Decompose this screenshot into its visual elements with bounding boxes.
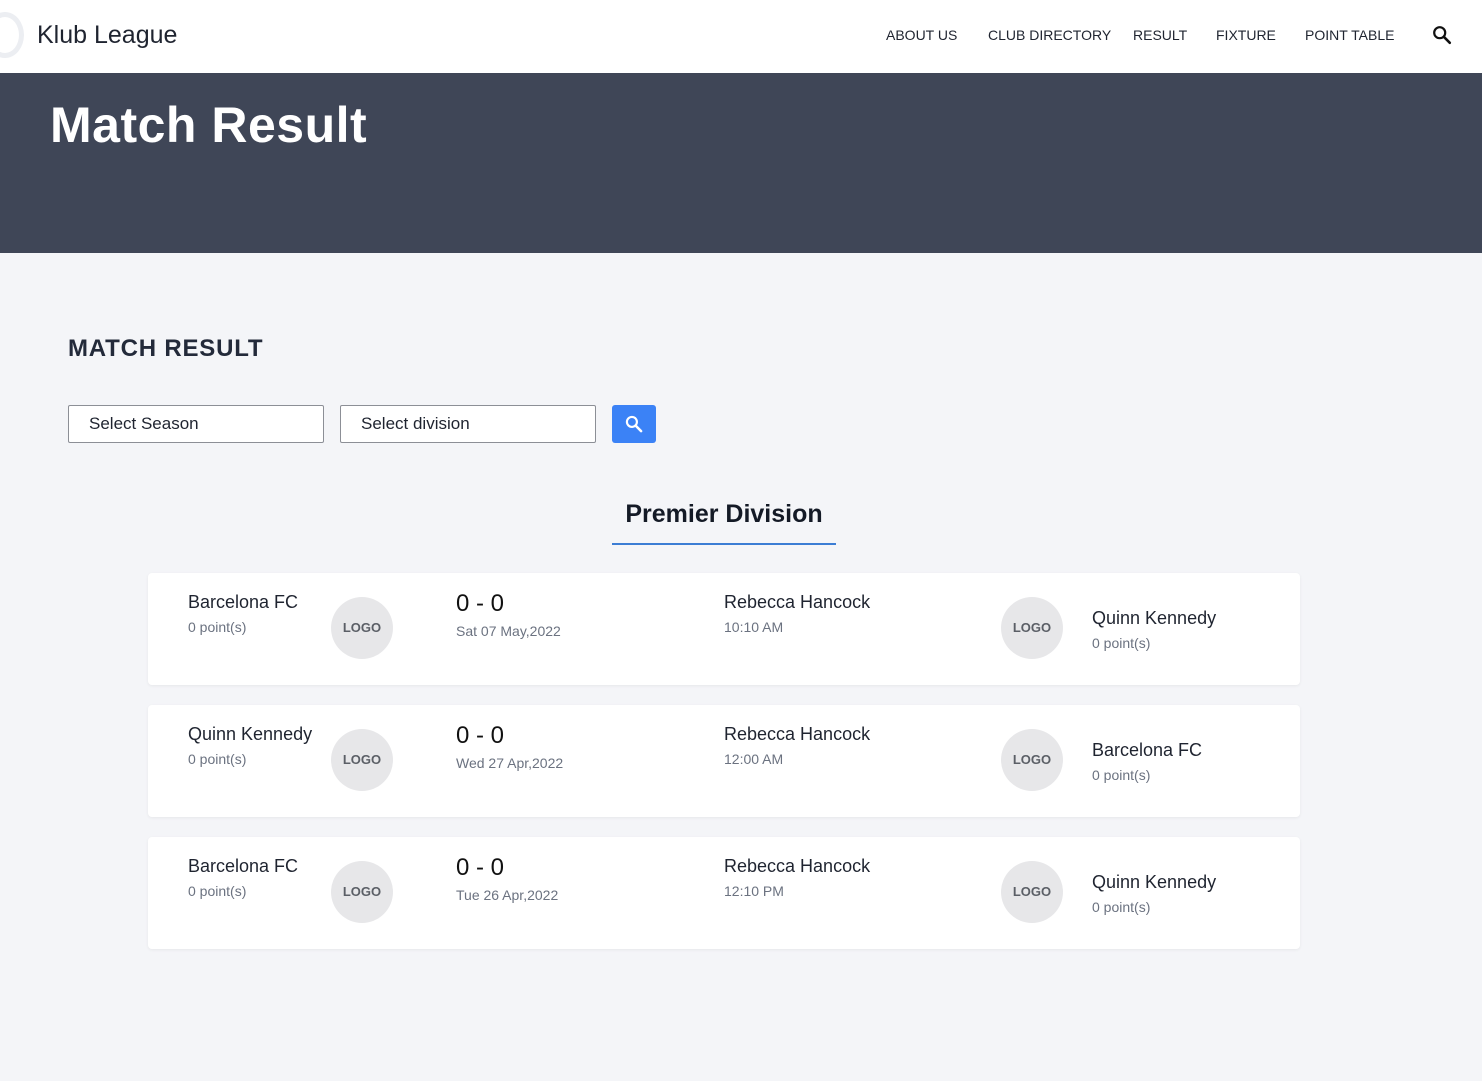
home-team-name: Barcelona FC: [188, 856, 299, 876]
venue-name: Rebecca Hancock: [724, 592, 871, 612]
section-heading: MATCH RESULT: [68, 335, 264, 362]
match-card[interactable]: Barcelona FC 0 point(s) LOGO 0 - 0 Sat 0…: [148, 573, 1300, 685]
search-icon[interactable]: [1431, 24, 1453, 46]
search-icon: [625, 415, 643, 433]
page-title: Match Result: [50, 97, 368, 153]
match-card[interactable]: Barcelona FC 0 point(s) LOGO 0 - 0 Tue 2…: [148, 837, 1300, 949]
away-team-name: Quinn Kennedy: [1092, 608, 1217, 628]
home-team-name: Quinn Kennedy: [188, 724, 313, 744]
away-team-logo: LOGO: [1001, 729, 1063, 791]
kickoff-time: 12:00 AM: [724, 751, 784, 767]
away-team-points: 0 point(s): [1092, 899, 1151, 915]
tab-premier-division[interactable]: Premier Division: [612, 496, 836, 545]
division-select[interactable]: Select division: [340, 405, 596, 443]
venue-name: Rebecca Hancock: [724, 724, 871, 744]
match-score: 0 - 0: [456, 590, 505, 617]
filter-search-button[interactable]: [612, 405, 656, 443]
home-team-points: 0 point(s): [188, 883, 247, 899]
nav-club-directory[interactable]: CLUB DIRECTORY: [988, 25, 1111, 45]
home-team-logo: LOGO: [331, 597, 393, 659]
away-team-points: 0 point(s): [1092, 635, 1151, 651]
kickoff-time: 10:10 AM: [724, 619, 784, 635]
brand-name[interactable]: Klub League: [37, 19, 177, 51]
nav-about-us[interactable]: ABOUT US: [886, 25, 957, 45]
home-team-points: 0 point(s): [188, 619, 247, 635]
home-team-logo: LOGO: [331, 861, 393, 923]
venue-name: Rebecca Hancock: [724, 856, 871, 876]
top-navbar: Klub League ABOUT US CLUB DIRECTORY RESU…: [0, 0, 1482, 73]
nav-fixture[interactable]: FIXTURE: [1216, 25, 1276, 45]
home-team-name: Barcelona FC: [188, 592, 299, 612]
away-team-name: Barcelona FC: [1092, 740, 1203, 760]
nav-point-table[interactable]: POINT TABLE: [1305, 25, 1394, 45]
away-team-logo: LOGO: [1001, 861, 1063, 923]
home-team-points: 0 point(s): [188, 751, 247, 767]
match-score: 0 - 0: [456, 854, 505, 881]
season-select[interactable]: Select Season: [68, 405, 324, 443]
match-card[interactable]: Quinn Kennedy 0 point(s) LOGO 0 - 0 Wed …: [148, 705, 1300, 817]
match-score: 0 - 0: [456, 722, 505, 749]
away-team-points: 0 point(s): [1092, 767, 1151, 783]
away-team-logo: LOGO: [1001, 597, 1063, 659]
home-team-logo: LOGO: [331, 729, 393, 791]
match-date: Tue 26 Apr,2022: [456, 887, 559, 903]
away-team-name: Quinn Kennedy: [1092, 872, 1217, 892]
nav-result[interactable]: RESULT: [1133, 25, 1187, 45]
kickoff-time: 12:10 PM: [724, 883, 784, 899]
brand-logo-icon: [0, 12, 24, 58]
match-date: Sat 07 May,2022: [456, 623, 561, 639]
hero-banner: Match Result: [0, 73, 1482, 253]
match-date: Wed 27 Apr,2022: [456, 755, 564, 771]
